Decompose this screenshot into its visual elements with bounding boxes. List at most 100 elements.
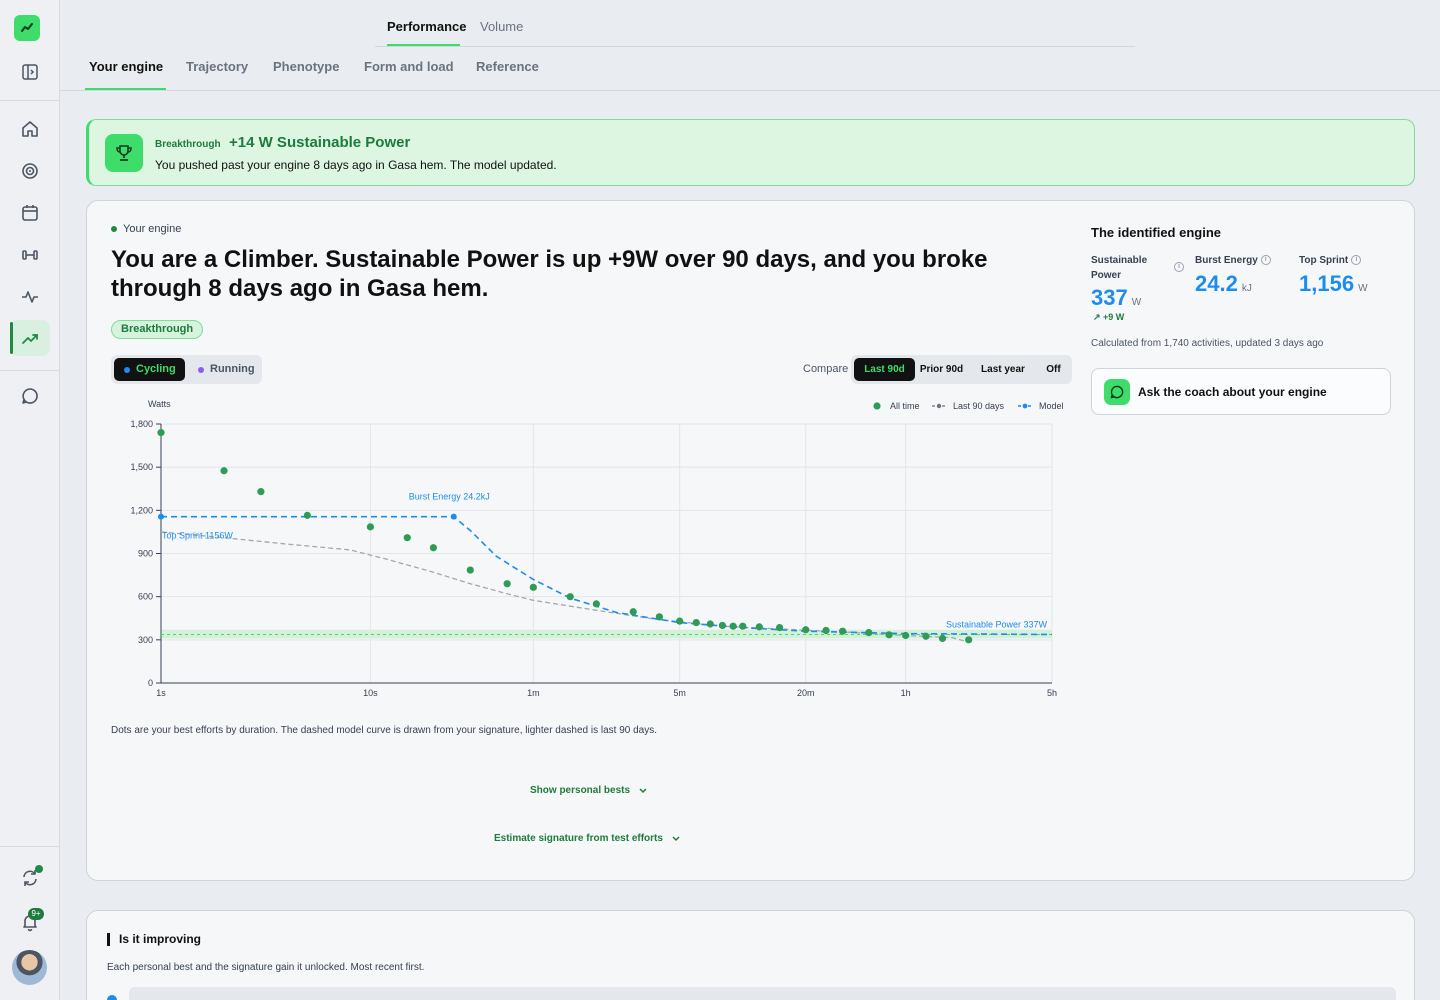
all-time-point bbox=[706, 620, 714, 628]
tab-phenotype[interactable]: Phenotype bbox=[273, 59, 339, 74]
calendar-icon[interactable] bbox=[18, 201, 42, 225]
sport-toggle: Cycling Running bbox=[111, 355, 262, 384]
all-time-point bbox=[366, 523, 374, 531]
info-icon[interactable]: i bbox=[1351, 255, 1362, 266]
sub-tabs: Your engine Trajectory Phenotype Form an… bbox=[60, 47, 1440, 91]
activity-icon[interactable] bbox=[18, 285, 42, 309]
burst-energy-number: 24.2 bbox=[1195, 271, 1238, 296]
top-sprint-label: Top Sprint i bbox=[1299, 253, 1362, 268]
legend-model: Model bbox=[1039, 401, 1064, 411]
ask-coach-button[interactable]: Ask the coach about your engine bbox=[1091, 368, 1391, 415]
all-time-point bbox=[839, 627, 847, 635]
estimate-signature-toggle[interactable]: Estimate signature from test efforts bbox=[494, 833, 681, 844]
all-time-point bbox=[466, 566, 474, 574]
all-time-point bbox=[429, 544, 438, 552]
all-time-point bbox=[157, 429, 165, 437]
legend-all-time-marker bbox=[873, 402, 881, 410]
tab-trajectory[interactable]: Trajectory bbox=[186, 59, 248, 74]
sustainable-power-label-text: Sustainable Power bbox=[1091, 255, 1148, 281]
sidebar-divider bbox=[0, 100, 59, 101]
all-time-point bbox=[566, 593, 574, 601]
app-logo[interactable] bbox=[14, 15, 40, 41]
all-time-point bbox=[938, 634, 947, 642]
all-time-point bbox=[655, 613, 663, 621]
engine-eyebrow: Your engine bbox=[111, 223, 181, 235]
chart-caption: Dots are your best efforts by duration. … bbox=[111, 725, 658, 736]
improving-card: Is it improving Each personal best and t… bbox=[86, 910, 1415, 1000]
info-icon[interactable]: i bbox=[1174, 262, 1184, 272]
collapse-sidebar-icon[interactable] bbox=[18, 60, 42, 84]
dumbbell-icon[interactable] bbox=[18, 243, 42, 267]
sidebar-divider bbox=[0, 370, 59, 371]
estimate-signature-label: Estimate signature from test efforts bbox=[494, 833, 663, 844]
sidebar-active-indicator bbox=[10, 322, 13, 354]
all-time-point bbox=[802, 626, 810, 634]
sport-running-button[interactable]: Running bbox=[188, 358, 259, 381]
tab-volume[interactable]: Volume bbox=[480, 19, 523, 34]
info-icon[interactable]: i bbox=[1260, 255, 1271, 266]
all-time-point bbox=[739, 622, 747, 630]
sustainable-power-value: 337 W bbox=[1091, 285, 1141, 311]
tab-form-and-load[interactable]: Form and load bbox=[364, 59, 454, 74]
model-point bbox=[450, 513, 457, 520]
top-sprint-number: 1,156 bbox=[1299, 271, 1355, 296]
delta-text: +9 W bbox=[1103, 312, 1125, 322]
engine-headline: You are a Climber. Sustainable Power is … bbox=[111, 246, 988, 302]
breakthrough-pill: Breakthrough bbox=[111, 320, 204, 339]
all-time-point bbox=[629, 608, 637, 616]
burst-energy-annotation: Burst Energy 24.2kJ bbox=[409, 492, 490, 502]
compare-off[interactable]: Off bbox=[1038, 358, 1069, 381]
home-icon[interactable] bbox=[18, 117, 42, 141]
show-personal-bests-toggle[interactable]: Show personal bests bbox=[530, 785, 648, 796]
tab-performance[interactable]: Performance bbox=[387, 19, 466, 34]
legend-last-90-days: Last 90 days bbox=[953, 401, 1005, 411]
improving-title: Is it improving bbox=[107, 933, 201, 946]
chat-icon[interactable] bbox=[18, 384, 42, 408]
y-tick-label: 600 bbox=[138, 592, 153, 602]
running-dot bbox=[198, 367, 204, 373]
sustainable-power-label: Sustainable Power bbox=[1091, 253, 1156, 283]
sustainable-power-annotation: Sustainable Power 337W bbox=[946, 620, 1048, 630]
target-icon[interactable] bbox=[18, 159, 42, 183]
all-time-point bbox=[865, 629, 873, 637]
model-line bbox=[161, 515, 1053, 636]
x-tick-label: 1s bbox=[156, 688, 166, 698]
tab-your-engine[interactable]: Your engine bbox=[89, 59, 163, 74]
last-90-days-line bbox=[160, 531, 969, 643]
sport-cycling-button[interactable]: Cycling bbox=[114, 358, 185, 381]
list-item[interactable] bbox=[129, 987, 1396, 1000]
all-time-point bbox=[965, 636, 973, 644]
y-tick-label: 900 bbox=[138, 549, 153, 559]
identified-engine-title: The identified engine bbox=[1091, 225, 1222, 240]
compare-prior-90d[interactable]: Prior 90d bbox=[915, 358, 968, 381]
x-tick-label: 1m bbox=[527, 688, 540, 698]
compare-last-90d[interactable]: Last 90d bbox=[854, 358, 915, 381]
all-time-point bbox=[775, 624, 784, 632]
y-tick-label: 1,200 bbox=[130, 505, 153, 515]
all-time-point bbox=[303, 511, 311, 519]
compare-toggle: Last 90d Prior 90d Last year Off bbox=[851, 355, 1072, 384]
trending-up-icon[interactable] bbox=[18, 327, 42, 351]
all-time-point bbox=[922, 632, 930, 640]
all-time-point bbox=[403, 534, 411, 542]
avatar[interactable] bbox=[12, 950, 47, 985]
top-sprint-annotation: Top Sprint 1156W bbox=[162, 531, 233, 541]
engine-card: Your engine You are a Climber. Sustainab… bbox=[86, 200, 1415, 881]
trend-logo-icon bbox=[21, 23, 33, 32]
top-tabs: Performance Volume bbox=[375, 0, 1135, 47]
tab-reference[interactable]: Reference bbox=[476, 59, 539, 74]
all-time-point bbox=[676, 617, 684, 625]
model-point bbox=[158, 513, 164, 520]
compare-last-year[interactable]: Last year bbox=[968, 358, 1038, 381]
x-tick-label: 5h bbox=[1047, 688, 1057, 698]
sustainable-power-unit: W bbox=[1131, 297, 1142, 308]
all-time-point bbox=[503, 580, 511, 588]
sidebar: 9+ bbox=[0, 0, 60, 1000]
burst-energy-unit: kJ bbox=[1241, 283, 1252, 294]
show-personal-bests-label: Show personal bests bbox=[530, 785, 631, 796]
calculation-note: Calculated from 1,740 activities, update… bbox=[1091, 338, 1324, 349]
legend-last-90-marker bbox=[936, 403, 942, 409]
sport-running-label: Running bbox=[210, 363, 255, 375]
all-time-point bbox=[220, 467, 228, 475]
chevron-down-icon bbox=[672, 835, 680, 841]
